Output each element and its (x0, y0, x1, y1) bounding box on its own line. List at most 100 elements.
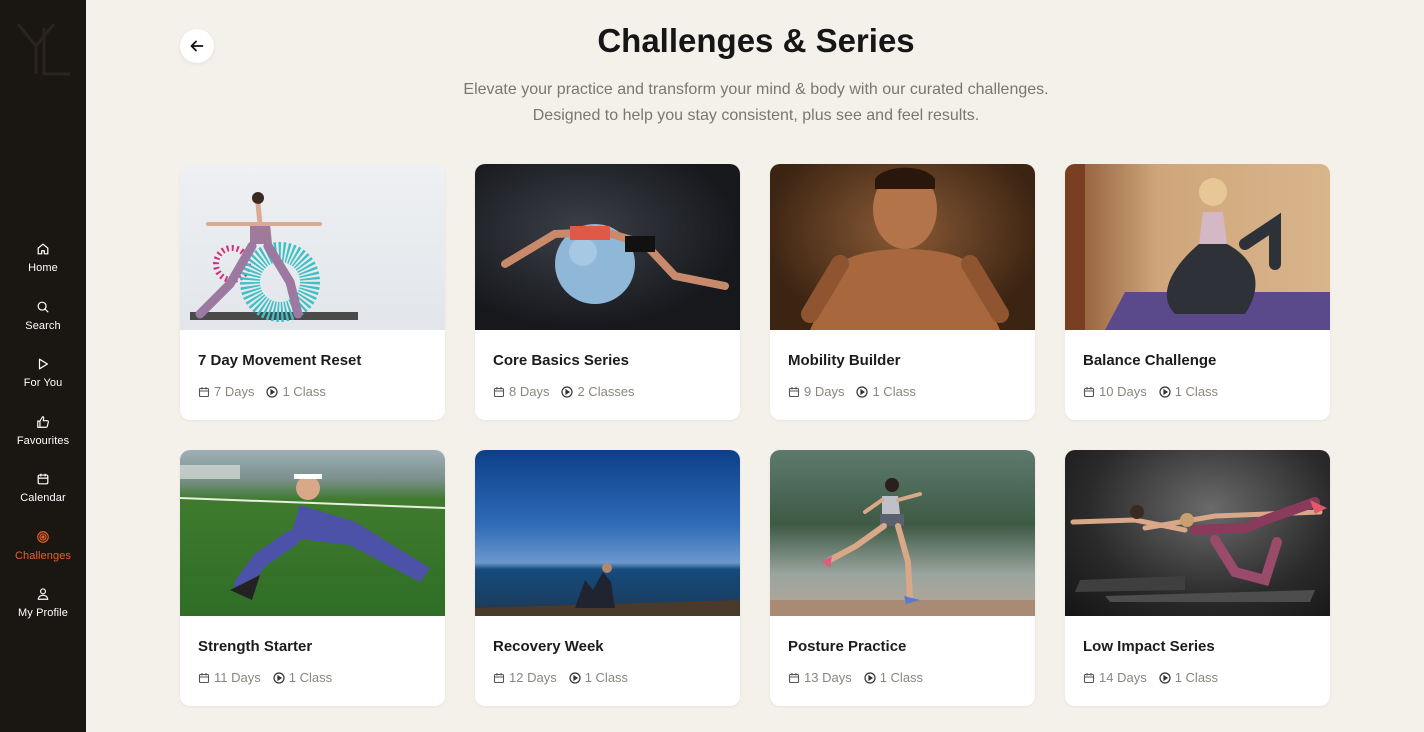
nav-item-search[interactable]: Search (0, 294, 86, 352)
challenge-title: Balance Challenge (1083, 352, 1217, 369)
classes-label: 1 Class (282, 384, 326, 399)
nav-item-my-profile[interactable]: My Profile (0, 581, 86, 639)
search-icon (37, 301, 49, 313)
days-info: 14 Days (1083, 670, 1147, 685)
nav-label: Calendar (20, 492, 66, 504)
calendar-icon (37, 473, 49, 485)
nav-label: Favourites (16, 434, 70, 447)
challenge-card[interactable]: Balance Challenge 10 Days 1 Class (1065, 164, 1330, 420)
days-label: 11 Days (214, 670, 261, 685)
calendar-icon (198, 386, 210, 397)
challenge-meta: 12 Days 1 Class (493, 670, 640, 685)
challenge-meta: 7 Days 1 Class (198, 384, 338, 399)
page-title-text: Challenges & Series (597, 22, 915, 59)
challenge-card[interactable]: Strength Starter 11 Days 1 Class (180, 450, 445, 706)
challenge-card[interactable]: 7 Day Movement Reset 7 Days 1 Class (180, 164, 445, 420)
play-circle-icon (856, 385, 869, 398)
days-label: 8 Days (509, 384, 550, 399)
challenge-title: Recovery Week (493, 638, 604, 655)
home-icon (37, 243, 49, 255)
days-label: 12 Days (509, 670, 557, 685)
challenge-meta: 9 Days 1 Class (788, 384, 928, 399)
nav-label: Home (28, 262, 58, 274)
play-circle-icon (561, 385, 574, 398)
classes-label: 1 Class (1174, 384, 1219, 399)
days-info: 11 Days (198, 670, 261, 685)
challenge-card[interactable]: Posture Practice 13 Days 1 Class (770, 450, 1035, 706)
brand-logo[interactable] (14, 20, 72, 78)
nav-label: My Profile (18, 607, 68, 619)
classes-label: 1 Class (1174, 670, 1219, 685)
challenge-thumbnail (770, 164, 1035, 330)
calendar-icon (1083, 672, 1095, 683)
calendar-icon (493, 672, 505, 683)
challenge-title: Mobility Builder (788, 352, 901, 369)
days-info: 7 Days (198, 384, 254, 399)
thumbs-up-icon (37, 415, 49, 428)
calendar-icon (493, 386, 505, 397)
classes-info: 1 Class (1159, 384, 1218, 399)
challenge-meta: 8 Days 2 Classes (493, 384, 647, 399)
challenge-thumbnail (770, 450, 1035, 616)
challenge-title: Low Impact Series (1083, 638, 1215, 655)
classes-info: 1 Class (864, 670, 923, 685)
nav-item-home[interactable]: Home (0, 236, 86, 294)
days-info: 10 Days (1083, 384, 1147, 399)
play-circle-icon (273, 671, 285, 684)
challenge-meta: 10 Days 1 Class (1083, 384, 1230, 399)
days-label: 13 Days (804, 670, 852, 685)
nav-item-challenges[interactable]: Challenges (0, 524, 86, 582)
play-circle-icon (1159, 671, 1171, 684)
challenge-thumbnail (475, 164, 740, 330)
challenge-card[interactable]: Recovery Week 12 Days 1 Class (475, 450, 740, 706)
days-info: 13 Days (788, 670, 852, 685)
classes-info: 1 Class (266, 384, 326, 399)
challenge-title: Core Basics Series (493, 352, 629, 369)
page-subtitle-line2: Designed to help you stay consistent, pl… (532, 107, 980, 124)
calendar-icon (788, 672, 800, 683)
main-nav: Home Search For You Favourites Calendar … (0, 236, 86, 639)
classes-info: 1 Class (856, 384, 916, 399)
nav-item-calendar[interactable]: Calendar (0, 466, 86, 524)
challenges-grid: 7 Day Movement Reset 7 Days 1 Class Core… (180, 164, 1332, 706)
days-info: 12 Days (493, 670, 557, 685)
classes-info: 1 Class (273, 670, 332, 685)
classes-info: 1 Class (1159, 670, 1218, 685)
classes-info: 1 Class (569, 670, 628, 685)
sidebar: Home Search For You Favourites Calendar … (0, 0, 86, 732)
calendar-icon (1083, 386, 1095, 397)
classes-label: 2 Classes (577, 384, 635, 399)
challenge-card[interactable]: Core Basics Series 8 Days 2 Classes (475, 164, 740, 420)
days-info: 9 Days (788, 384, 844, 399)
calendar-icon (788, 386, 800, 397)
nav-label: Challenges (14, 549, 72, 562)
nav-item-favourites[interactable]: Favourites (0, 409, 86, 467)
page-subtitle-line1: Elevate your practice and transform your… (463, 81, 1049, 98)
nav-item-for-you[interactable]: For You (0, 351, 86, 409)
challenge-thumbnail (475, 450, 740, 616)
challenge-title: 7 Day Movement Reset (198, 352, 362, 369)
target-icon (37, 530, 49, 543)
days-label: 14 Days (1099, 670, 1147, 685)
classes-label: 1 Class (872, 384, 916, 399)
challenge-thumbnail (180, 450, 445, 616)
user-icon (37, 588, 49, 600)
challenge-title: Strength Starter (198, 638, 313, 655)
classes-label: 1 Class (584, 670, 629, 685)
play-circle-icon (864, 671, 876, 684)
page-title: Challenges & Series (86, 22, 1424, 60)
challenge-title: Posture Practice (788, 638, 907, 655)
nav-label: Search (25, 319, 61, 332)
challenge-thumbnail (180, 164, 445, 330)
challenge-meta: 14 Days 1 Class (1083, 670, 1230, 685)
classes-label: 1 Class (288, 670, 333, 685)
nav-label: For You (23, 377, 63, 389)
days-label: 9 Days (804, 384, 845, 399)
calendar-icon (198, 672, 210, 683)
days-label: 10 Days (1099, 384, 1147, 399)
challenge-card[interactable]: Mobility Builder 9 Days 1 Class (770, 164, 1035, 420)
play-icon (38, 358, 48, 370)
days-label: 7 Days (214, 384, 255, 399)
challenge-card[interactable]: Low Impact Series 14 Days 1 Class (1065, 450, 1330, 706)
challenge-meta: 13 Days 1 Class (788, 670, 935, 685)
